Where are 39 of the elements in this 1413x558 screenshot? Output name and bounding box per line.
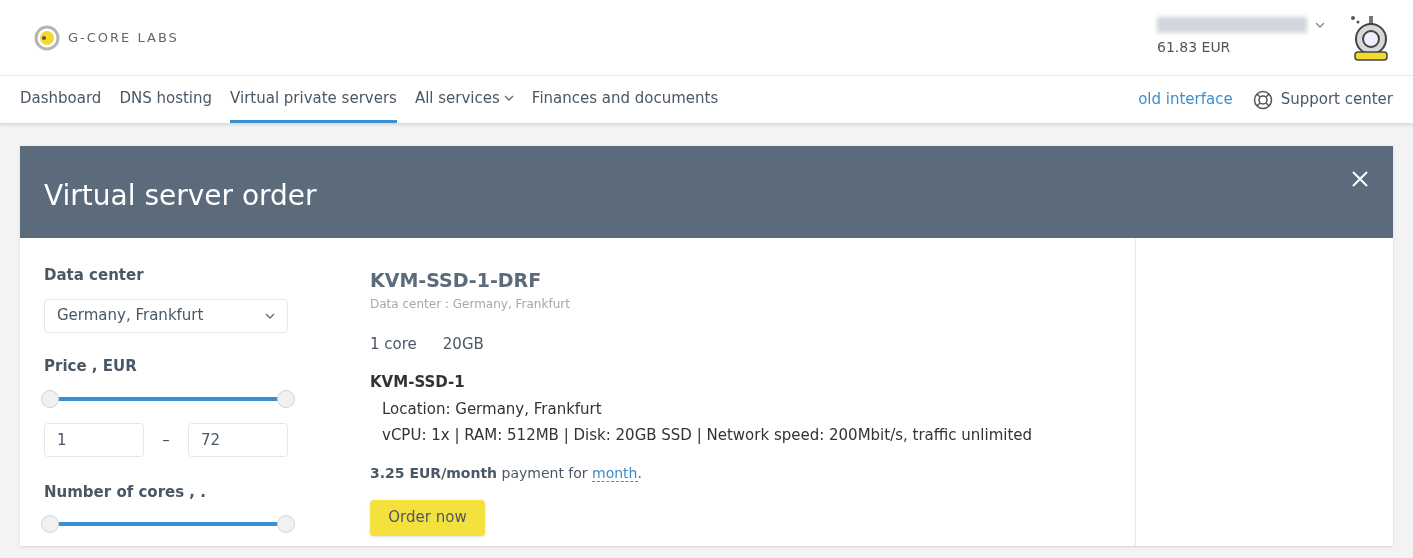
month-link[interactable]: month [592, 464, 638, 482]
close-icon[interactable] [1351, 170, 1369, 188]
slider-handle[interactable] [41, 514, 59, 533]
slider-handle[interactable] [277, 390, 295, 408]
dialog-title: Virtual server order [44, 178, 317, 214]
cores-text: 1 core [370, 333, 417, 355]
caret-icon [503, 94, 514, 102]
location-text: Location: Germany, Frankfurt [382, 398, 603, 420]
old-interface-link[interactable]: old interface [1138, 88, 1233, 111]
min-price-field[interactable]: 1 [44, 423, 144, 457]
nav-tab[interactable]: Virtual private servers [230, 76, 397, 123]
filter-label: Number of cores , . [44, 482, 207, 503]
range-separator: – [162, 429, 170, 451]
balance-text: 61.83 EUR [1157, 38, 1232, 57]
caret-icon [265, 311, 275, 320]
range-slider[interactable] [41, 513, 295, 534]
range-slider[interactable] [41, 389, 295, 409]
logo-icon [34, 24, 60, 51]
offer-title: KVM-SSD-1-DRF [370, 268, 543, 293]
order-now-button[interactable]: Order now [370, 499, 485, 536]
nav-tab[interactable]: All services [414, 76, 514, 123]
nav-tab[interactable]: DNS hosting [119, 76, 213, 123]
disk-text: 20GB [442, 333, 484, 355]
support-center-link[interactable]: Support center [1252, 88, 1393, 111]
nav-tab[interactable]: Finances and documents [531, 76, 719, 123]
slider-handle[interactable] [41, 390, 59, 408]
payment-text: 3.25 EUR/month payment for month. [370, 463, 643, 484]
filter-label: Price , EUR [44, 355, 138, 377]
logo-text: G-CORE LABS [68, 28, 179, 47]
plan-name: KVM-SSD-1 [370, 372, 466, 393]
offer-data-center: Data center : Germany, Frankfurt [370, 295, 571, 313]
slider-handle[interactable] [277, 514, 295, 533]
caret-icon[interactable] [1315, 21, 1325, 29]
data-center-select[interactable]: Germany, Frankfurt [44, 298, 288, 333]
max-price-field[interactable]: 72 [188, 423, 288, 457]
nav-tab[interactable]: Dashboard [20, 76, 102, 123]
specs-text: vCPU: 1x | RAM: 512MB | Disk: 20GB SSD | Network speed: 200Mbit/s, traffic unlimited [382, 425, 1034, 446]
filter-label: Data center [44, 265, 145, 286]
lifebuoy-icon [1252, 89, 1273, 110]
